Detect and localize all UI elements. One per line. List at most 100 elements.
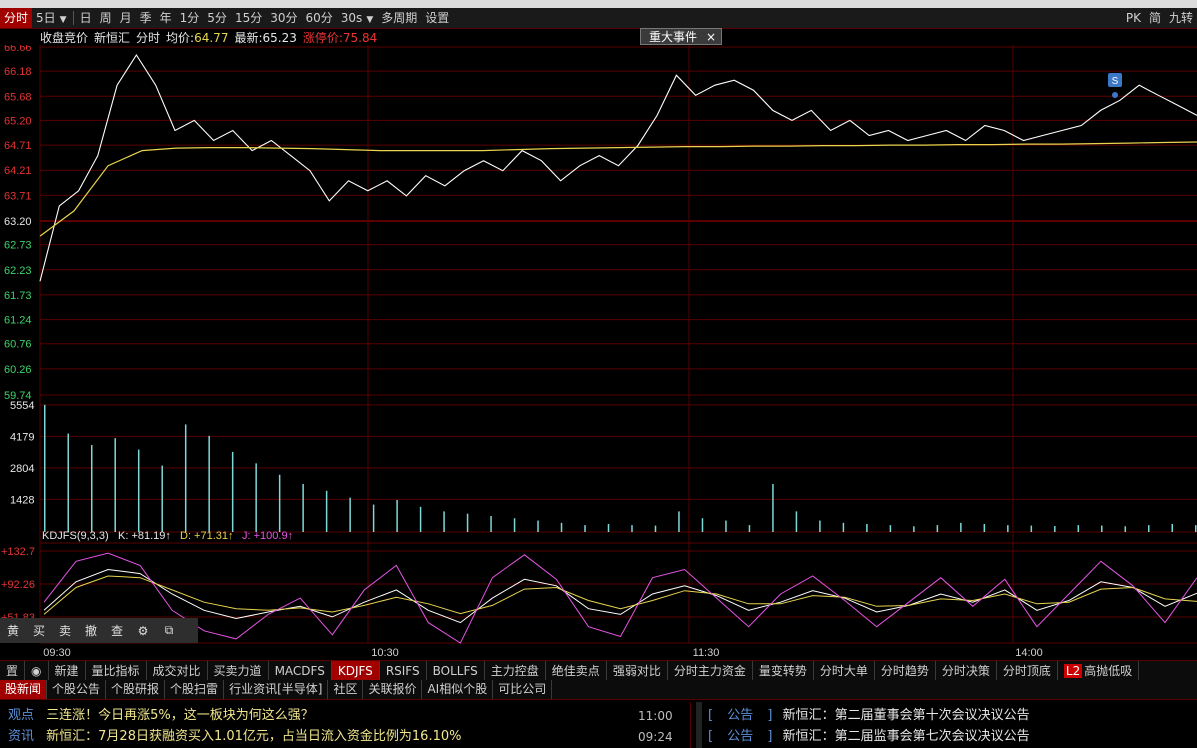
- announcement-tag: 公告: [727, 729, 754, 744]
- period-30min[interactable]: 30分: [266, 8, 301, 28]
- window-icon[interactable]: ⧉: [156, 623, 182, 638]
- volume-bar: [795, 511, 798, 532]
- volume-bar: [349, 497, 351, 532]
- camera-icon[interactable]: ◉: [25, 661, 49, 681]
- cancel-order-button[interactable]: 撤: [78, 622, 104, 639]
- intraday-chart[interactable]: 66.66 66.18 65.68 65.20 64.71 64.21 63.71 63.20…: [0, 45, 1197, 660]
- indicator-tab[interactable]: 成交对比: [147, 661, 208, 681]
- gear-icon[interactable]: ⚙: [130, 624, 156, 638]
- bracket-close: ]: [767, 708, 773, 723]
- divider: [72, 11, 74, 25]
- announcement-item[interactable]: [ 公告 ] 新恒汇：第二届董事会第十次会议决议公告: [708, 706, 1030, 726]
- period-month[interactable]: 月: [116, 8, 136, 28]
- period-5day[interactable]: 5日 ▼: [32, 8, 71, 28]
- news-scrollbar[interactable]: [696, 702, 702, 748]
- indicator-tab[interactable]: 买卖力道: [208, 661, 269, 681]
- indicator-tab[interactable]: 量比指标: [86, 661, 147, 681]
- buy-button[interactable]: 买: [26, 622, 52, 639]
- volume-bar: [443, 511, 445, 532]
- news-tab[interactable]: 社区: [328, 680, 364, 699]
- indicator-tab[interactable]: 新建: [49, 661, 86, 681]
- signal-label: S: [1112, 76, 1119, 87]
- price-axis-label: 66.66: [4, 45, 32, 54]
- period-5min[interactable]: 5分: [203, 8, 231, 28]
- volume-bar: [208, 435, 210, 532]
- volume-bar: [114, 438, 116, 532]
- period-30s[interactable]: 30s ▼: [337, 8, 377, 28]
- price-axis-label: 64.71: [4, 140, 32, 152]
- news-tab[interactable]: AI相似个股: [422, 680, 494, 699]
- indicator-settings-tab[interactable]: 置: [0, 661, 26, 681]
- price-axis-label: 63.71: [4, 190, 32, 202]
- indicator-tab[interactable]: 分时大单: [814, 661, 875, 681]
- volume-bar: [654, 525, 657, 532]
- indicator-tab[interactable]: 分时决策: [936, 661, 997, 681]
- announcement-item[interactable]: [ 公告 ] 新恒汇：第二届监事会第七次会议决议公告: [708, 727, 1030, 747]
- time-tick-label: 09:30: [43, 647, 71, 659]
- period-60min[interactable]: 60分: [302, 8, 337, 28]
- news-tab[interactable]: 个股研报: [106, 680, 166, 699]
- volume-bar: [490, 515, 492, 532]
- query-button[interactable]: 查: [104, 622, 130, 639]
- indicator-tab[interactable]: 分时主力资金: [668, 661, 753, 681]
- yellow-button[interactable]: 黄: [0, 622, 26, 639]
- volume-bar: [302, 483, 304, 532]
- news-tab[interactable]: 可比公司: [493, 680, 553, 699]
- indicator-tab-active[interactable]: KDJFS: [331, 661, 380, 681]
- news-time: 09:24: [638, 730, 673, 744]
- avg-price-value: 64.77: [194, 30, 229, 45]
- period-year[interactable]: 年: [156, 8, 176, 28]
- news-item[interactable]: 资讯 新恒汇：7月28日获融资买入1.01亿元，占当日流入资金比例为16.10%: [8, 727, 461, 747]
- indicator-tab[interactable]: 绝佳卖点: [546, 661, 607, 681]
- sell-button[interactable]: 卖: [52, 622, 78, 639]
- news-tab[interactable]: 行业资讯[半导体]: [224, 680, 329, 699]
- news-title: 新恒汇：7月28日获融资买入1.01亿元，占当日流入资金比例为16.10%: [46, 729, 462, 744]
- indicator-tab[interactable]: 分时顶底: [997, 661, 1058, 681]
- major-events-button[interactable]: 重大事件 ×: [640, 28, 722, 45]
- volume-bar: [748, 525, 751, 532]
- news-item[interactable]: 观点 三连涨！今日再涨5%，这一板块为何这么强？: [8, 706, 314, 726]
- last-price-label: 最新:: [234, 30, 263, 45]
- volume-bar: [842, 522, 845, 532]
- settings-button[interactable]: 设置: [421, 8, 453, 28]
- bracket-open: [: [708, 708, 714, 723]
- news-tab[interactable]: 个股公告: [47, 680, 107, 699]
- volume-bar: [537, 520, 539, 532]
- indicator-tab[interactable]: 分时趋势: [875, 661, 936, 681]
- volume-bar: [584, 525, 586, 532]
- indicator-tab[interactable]: 主力控盘: [485, 661, 546, 681]
- volume-bar: [90, 445, 93, 532]
- news-tag: 观点: [8, 708, 35, 723]
- indicator-tab[interactable]: BOLLFS: [427, 661, 485, 681]
- news-tab-active[interactable]: 股新闻: [0, 680, 48, 699]
- news-tab[interactable]: 个股扫雷: [165, 680, 225, 699]
- price-axis-label: 60.76: [4, 339, 32, 351]
- period-day[interactable]: 日: [76, 8, 96, 28]
- avg-price: 均价:64.77: [166, 29, 228, 46]
- period-quarter[interactable]: 季: [136, 8, 156, 28]
- indicator-tab[interactable]: 强弱对比: [607, 661, 668, 681]
- period-1min[interactable]: 1分: [176, 8, 204, 28]
- news-tab[interactable]: 关联报价: [363, 680, 423, 699]
- simplified-button[interactable]: 简: [1145, 8, 1165, 28]
- close-icon[interactable]: ×: [706, 29, 716, 46]
- volume-bar: [819, 520, 821, 532]
- volume-bar: [701, 518, 704, 532]
- indicator-tab[interactable]: 量变转势: [753, 661, 814, 681]
- multi-period-button[interactable]: 多周期: [377, 8, 421, 28]
- announcement-title: 新恒汇：第二届董事会第十次会议决议公告: [782, 708, 1030, 723]
- indicator-tab[interactable]: MACDFS: [269, 661, 332, 681]
- nine-turn-button[interactable]: 九转: [1165, 8, 1197, 28]
- pk-button[interactable]: PK: [1122, 8, 1145, 28]
- volume-bar: [44, 404, 46, 532]
- period-15min[interactable]: 15分: [231, 8, 266, 28]
- price-axis-label: 61.73: [4, 290, 32, 302]
- indicator-tab[interactable]: RSIFS: [380, 661, 427, 681]
- period-week[interactable]: 周: [96, 8, 116, 28]
- volume-bar: [560, 522, 563, 532]
- period-intraday[interactable]: 分时: [0, 8, 33, 28]
- indicator-tab-l2[interactable]: L2 高抛低吸: [1058, 661, 1140, 681]
- l2-badge: L2: [1063, 664, 1083, 678]
- volume-bar: [372, 504, 375, 532]
- volume-bar: [1171, 523, 1174, 532]
